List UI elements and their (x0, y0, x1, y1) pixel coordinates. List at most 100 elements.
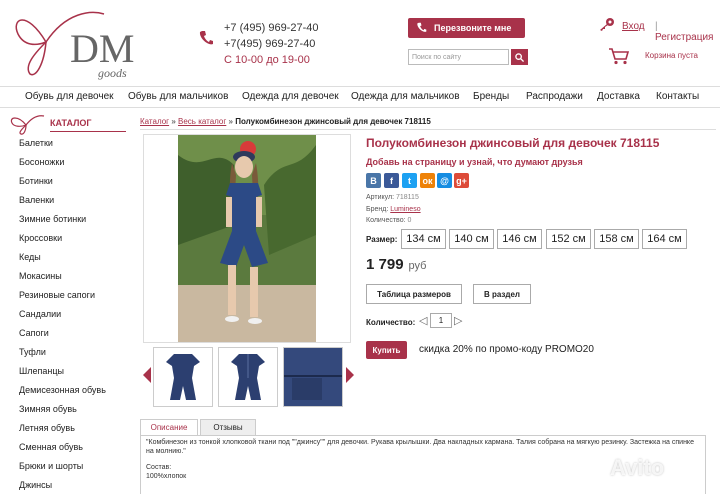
breadcrumb-catalog[interactable]: Каталог (140, 117, 169, 126)
sidebar-item[interactable]: Зимние ботинки (19, 214, 86, 224)
nav-brands[interactable]: Бренды (473, 91, 509, 102)
breadcrumb-current: Полукомбинезон джинсовый для девочек 718… (235, 117, 431, 126)
composition: Состав: 100%хлопок (146, 463, 186, 481)
nav-delivery[interactable]: Доставка (597, 91, 640, 102)
size-option[interactable]: 146 см (497, 229, 542, 249)
article-row: Артикул: 718115 (366, 194, 419, 201)
breadcrumb-all[interactable]: Весь каталог (178, 117, 226, 126)
product-thumbnail[interactable] (153, 347, 213, 407)
mailru-share-icon[interactable]: @ (437, 173, 452, 188)
main-nav: Обувь для девочек Обувь для мальчиков Од… (0, 86, 720, 108)
contact-phones: +7 (495) 969-27-40 +7(495) 969-27-40 С 1… (224, 20, 318, 68)
avito-watermark: Avito (610, 455, 665, 480)
callback-button[interactable]: Перезвоните мне (408, 18, 525, 38)
share-text: Добавь на страницу и узнай, что думают д… (366, 157, 583, 167)
quantity-increase-icon[interactable]: ▷ (454, 314, 462, 327)
search-button[interactable] (511, 49, 528, 65)
tab-description[interactable]: Описание (140, 419, 198, 436)
price-currency: руб (408, 260, 427, 272)
article-label: Артикул: (366, 194, 395, 201)
nav-sales[interactable]: Распродажи (526, 91, 583, 102)
sidebar-item[interactable]: Брюки и шорты (19, 461, 83, 471)
tab-reviews[interactable]: Отзывы (200, 419, 256, 436)
size-option[interactable]: 152 см (546, 229, 591, 249)
working-hours: С 10-00 до 19-00 (224, 54, 310, 66)
login-link[interactable]: Вход (622, 21, 645, 32)
vk-share-icon[interactable]: В (366, 173, 381, 188)
size-option[interactable]: 158 см (594, 229, 639, 249)
nav-shoes-girls[interactable]: Обувь для девочек (25, 91, 114, 102)
catalog-underline (50, 131, 126, 132)
quantity-input[interactable]: 1 (430, 313, 452, 328)
size-label: Размер: (366, 235, 398, 244)
composition-label: Состав: (146, 464, 172, 471)
stock-value: 0 (407, 217, 412, 224)
price-value: 1 799 (366, 256, 404, 273)
sidebar-item[interactable]: Демисезонная обувь (19, 385, 106, 395)
site-logo[interactable]: DM goods (6, 4, 156, 84)
twitter-share-icon[interactable]: t (402, 173, 417, 188)
sidebar-item[interactable]: Шлепанцы (19, 366, 64, 376)
product-thumbnail[interactable] (218, 347, 278, 407)
odnoklassniki-share-icon[interactable]: ок (420, 173, 435, 188)
size-option[interactable]: 164 см (642, 229, 687, 249)
nav-clothes-girls[interactable]: Одежда для девочек (242, 91, 339, 102)
thumbnail-next-arrow[interactable] (346, 367, 354, 383)
promo-text: скидка 20% по промо-коду PROMO20 (419, 344, 594, 355)
sidebar-item[interactable]: Кроссовки (19, 233, 62, 243)
nav-clothes-boys[interactable]: Одежда для мальчиков (351, 91, 460, 102)
sidebar-item[interactable]: Балетки (19, 138, 53, 148)
sidebar-item[interactable]: Зимняя обувь (19, 404, 77, 414)
quantity-decrease-icon[interactable]: ◁ (419, 314, 427, 327)
size-option[interactable]: 134 см (401, 229, 446, 249)
cart-icon[interactable] (608, 47, 630, 65)
thumbnail-prev-arrow[interactable] (143, 367, 151, 383)
sidebar-item[interactable]: Мокасины (19, 271, 62, 281)
description-text: "Комбинезон из тонкой хлопковой ткани по… (146, 439, 694, 455)
facebook-share-icon[interactable]: f (384, 173, 399, 188)
search-icon (515, 52, 524, 62)
sidebar-item[interactable]: Сапоги (19, 328, 49, 338)
buy-button[interactable]: Купить (366, 341, 407, 359)
sidebar-item[interactable]: Летняя обувь (19, 423, 75, 433)
page: DM goods +7 (495) 969-27-40 +7(495) 969-… (0, 0, 720, 494)
sidebar-item[interactable]: Кеды (19, 252, 41, 262)
sidebar-item[interactable]: Босоножки (19, 157, 64, 167)
callback-label: Перезвоните мне (434, 23, 512, 33)
phone-icon (417, 22, 427, 32)
phone-icon (199, 31, 213, 45)
sidebar-item[interactable]: Сандалии (19, 309, 61, 319)
breadcrumb: Каталог » Весь каталог » Полукомбинезон … (140, 117, 431, 126)
sidebar-item[interactable]: Джинсы (19, 480, 52, 490)
sidebar-item[interactable]: Валенки (19, 195, 54, 205)
key-icon (600, 18, 614, 31)
breadcrumb-separator: » (228, 117, 233, 126)
brand-link[interactable]: Lumineso (390, 206, 420, 213)
product-photo (178, 135, 316, 342)
to-section-button[interactable]: В раздел (473, 284, 531, 304)
product-main-image[interactable] (143, 134, 351, 343)
logo-subtext: goods (98, 66, 127, 80)
search-input[interactable] (408, 49, 509, 65)
butterfly-logo-icon: DM goods (15, 11, 134, 80)
nav-contacts[interactable]: Контакты (656, 91, 699, 102)
sidebar-item[interactable]: Резиновые сапоги (19, 290, 95, 300)
brand-row: Бренд: Lumineso (366, 206, 421, 213)
jumpsuit-back-image (231, 354, 265, 400)
phone-number-1[interactable]: +7 (495) 969-27-40 (224, 20, 318, 36)
sidebar-item[interactable]: Туфли (19, 347, 46, 357)
register-link[interactable]: Регистрация (655, 32, 713, 43)
register-area: |Регистрация (655, 21, 720, 43)
nav-shoes-boys[interactable]: Обувь для мальчиков (128, 91, 228, 102)
sidebar-item[interactable]: Сменная обувь (19, 442, 83, 452)
size-option[interactable]: 140 см (449, 229, 494, 249)
product-price: 1 799 руб (366, 256, 426, 273)
product-title: Полукомбинезон джинсовый для девочек 718… (366, 136, 660, 150)
size-table-button[interactable]: Таблица размеров (366, 284, 462, 304)
googleplus-share-icon[interactable]: g+ (454, 173, 469, 188)
product-thumbnail[interactable] (283, 347, 343, 407)
article-value: 718115 (396, 194, 419, 201)
phone-number-2[interactable]: +7(495) 969-27-40 (224, 36, 318, 52)
sidebar-item[interactable]: Ботинки (19, 176, 53, 186)
cart-status[interactable]: Корзина пуста (645, 51, 698, 60)
